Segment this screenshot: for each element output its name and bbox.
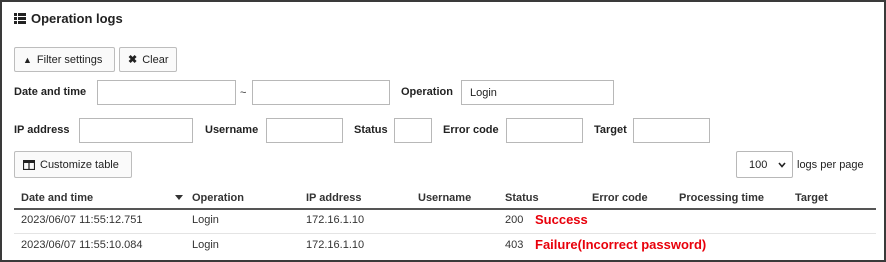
per-page-label: logs per page [797,159,864,171]
operation-field[interactable]: Login [461,80,614,105]
operation-label: Operation [401,86,453,98]
customize-table-label: Customize table [40,158,119,171]
username-input[interactable] [266,118,343,143]
chevron-down-icon [778,161,786,168]
cell-date-time: 2023/06/07 11:55:12.751 [21,214,143,226]
date-from-input[interactable] [97,80,236,105]
cell-status-code: 200 [505,214,524,226]
cell-ip-address: 172.16.1.10 [306,214,365,226]
caret-up-icon: ▲ [23,54,32,65]
per-page-select[interactable]: 100 [736,151,793,178]
ip-address-input[interactable] [79,118,193,143]
table-icon [23,159,35,170]
clear-label: Clear [142,53,169,66]
page-title: Operation logs [14,11,123,26]
cell-ip-address: 172.16.1.10 [306,239,365,251]
column-header-processing-time[interactable]: Processing time [679,192,764,204]
cell-operation: Login [192,214,219,226]
cell-status-text: Failure(Incorrect password) [535,237,707,252]
date-to-input[interactable] [252,80,390,105]
column-header-error-code[interactable]: Error code [592,192,648,204]
cell-operation: Login [192,239,219,251]
column-header-operation[interactable]: Operation [192,192,244,204]
filter-settings-label: Filter settings [36,53,103,66]
cell-status-text: Success [535,212,588,227]
column-header-target[interactable]: Target [795,192,828,204]
date-range-separator: ~ [240,87,247,99]
close-icon: ✖ [128,54,138,66]
column-header-date-time[interactable]: Date and time [21,192,93,204]
filter-settings-button[interactable]: ▲ Filter settings [14,47,115,72]
column-header-status[interactable]: Status [505,192,539,204]
list-icon [14,13,26,24]
operation-logs-panel: Operation logs ▲ Filter settings ✖ Clear… [0,0,886,262]
per-page-value: 100 [749,158,768,171]
table-header-divider [14,208,876,210]
ip-address-label: IP address [14,124,70,136]
column-header-ip-address[interactable]: IP address [306,192,361,204]
cell-status-code: 403 [505,239,524,251]
date-time-label: Date and time [14,86,87,98]
cell-date-time: 2023/06/07 11:55:10.084 [21,239,143,251]
clear-button[interactable]: ✖ Clear [119,47,177,72]
row-divider [14,233,876,234]
error-code-label: Error code [443,124,499,136]
status-input[interactable] [394,118,432,143]
sort-desc-icon[interactable] [175,195,183,200]
target-input[interactable] [633,118,710,143]
target-label: Target [594,124,627,136]
customize-table-button[interactable]: Customize table [14,151,132,178]
column-header-username[interactable]: Username [418,192,471,204]
username-label: Username [205,124,259,136]
page-title-text: Operation logs [31,11,123,26]
status-label: Status [354,124,388,136]
error-code-input[interactable] [506,118,583,143]
